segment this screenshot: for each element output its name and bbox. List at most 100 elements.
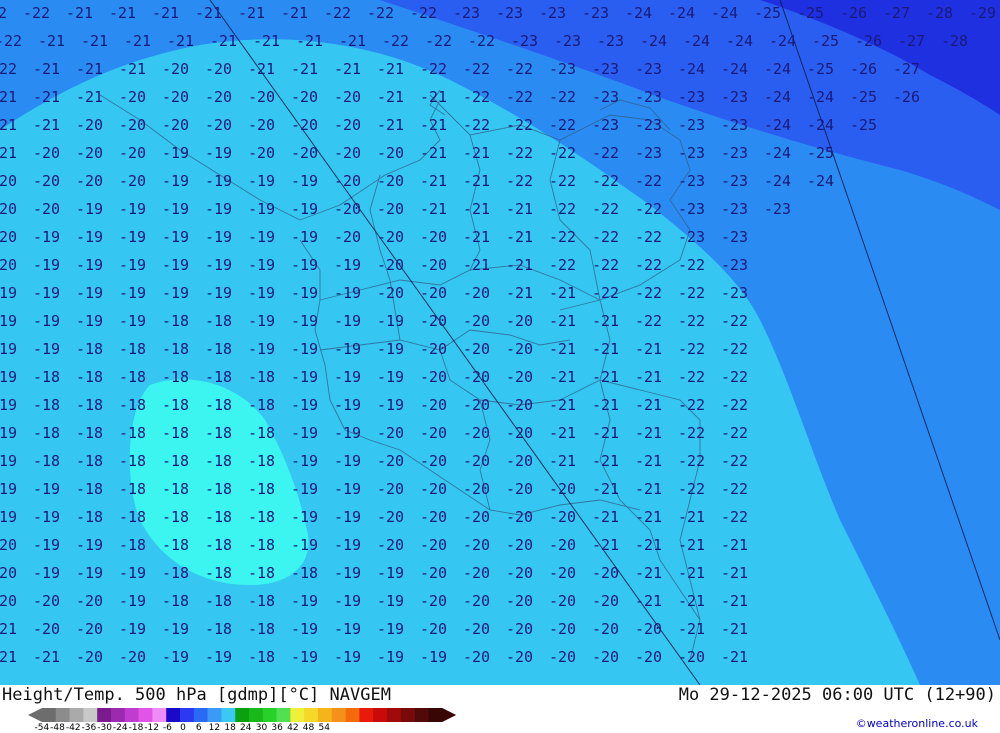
contour-label: -24 xyxy=(668,4,695,22)
contour-label: -20 xyxy=(506,424,533,442)
contour-label: -19 xyxy=(377,620,404,638)
legend-tick-label: 0 xyxy=(180,723,186,733)
contour-label: -18 xyxy=(248,508,275,526)
legend-tick-label: -18 xyxy=(128,723,144,733)
contour-label: -22 xyxy=(635,200,662,218)
contour-label: -18 xyxy=(248,368,275,386)
contour-label: -19 xyxy=(248,340,275,358)
contour-label: -18 xyxy=(205,480,232,498)
contour-label: -19 xyxy=(119,312,146,330)
contour-label: -21 xyxy=(592,368,619,386)
legend-arrow-right xyxy=(442,708,457,722)
credit-link[interactable]: ©weatheronline.co.uk xyxy=(856,717,978,730)
contour-label: -22 xyxy=(367,4,394,22)
legend-swatch xyxy=(304,708,319,722)
contour-label: -20 xyxy=(549,592,576,610)
contour-label: -20 xyxy=(119,88,146,106)
legend-swatch xyxy=(97,708,112,722)
contour-label: -20 xyxy=(463,284,490,302)
contour-label: -19 xyxy=(334,508,361,526)
contour-label: -22 xyxy=(592,228,619,246)
contour-label: -24 xyxy=(678,60,705,78)
contour-label: -20 xyxy=(334,228,361,246)
contour-label: -20 xyxy=(162,116,189,134)
contour-label: -25 xyxy=(807,60,834,78)
contour-label: -19 xyxy=(291,284,318,302)
contour-label: -20 xyxy=(377,228,404,246)
contour-label: -26 xyxy=(893,88,920,106)
contour-label: -21 xyxy=(678,620,705,638)
contour-label: -20 xyxy=(420,620,447,638)
contour-label: -22 xyxy=(23,4,50,22)
contour-label: -18 xyxy=(205,564,232,582)
contour-label: -22 xyxy=(678,256,705,274)
contour-label: -22 xyxy=(549,256,576,274)
contour-label: -20 xyxy=(463,368,490,386)
contour-label: -19 xyxy=(162,284,189,302)
contour-label: -20 xyxy=(506,536,533,554)
contour-label: -21 xyxy=(635,480,662,498)
contour-label: -18 xyxy=(162,508,189,526)
contour-label: -18 xyxy=(162,536,189,554)
contour-label: -20 xyxy=(592,592,619,610)
contour-label: -18 xyxy=(205,340,232,358)
legend-swatch xyxy=(400,708,415,722)
contour-label: -21 xyxy=(33,60,60,78)
contour-label: -19 xyxy=(291,340,318,358)
contour-label: -20 xyxy=(248,116,275,134)
contour-label: -19 xyxy=(119,256,146,274)
contour-label: -23 xyxy=(635,144,662,162)
contour-label: -18 xyxy=(248,620,275,638)
contour-label: -22 xyxy=(410,4,437,22)
contour-label: -20 xyxy=(377,424,404,442)
legend-swatch xyxy=(152,708,167,722)
legend-tick-label: 36 xyxy=(271,723,283,733)
contour-label: -22 xyxy=(506,172,533,190)
contour-label: -22 xyxy=(0,32,22,50)
contour-label: -23 xyxy=(721,144,748,162)
contour-label: -25 xyxy=(807,144,834,162)
contour-label: -20 xyxy=(463,620,490,638)
contour-label: -18 xyxy=(76,424,103,442)
contour-label: -23 xyxy=(453,4,480,22)
contour-label: -22 xyxy=(635,312,662,330)
contour-label: -21 xyxy=(0,116,17,134)
contour-label: -22 xyxy=(420,60,447,78)
contour-label: -23 xyxy=(582,4,609,22)
legend-swatch xyxy=(69,708,84,722)
contour-label: -23 xyxy=(721,200,748,218)
contour-label: -18 xyxy=(119,536,146,554)
contour-label: -22 xyxy=(463,88,490,106)
contour-label: -21 xyxy=(210,32,237,50)
contour-label: -23 xyxy=(592,116,619,134)
contour-label: -22 xyxy=(506,116,533,134)
contour-label: -22 xyxy=(0,60,17,78)
contour-label: -18 xyxy=(76,452,103,470)
contour-label: -22 xyxy=(678,340,705,358)
legend-swatch xyxy=(331,708,346,722)
contour-label: -20 xyxy=(420,480,447,498)
contour-label: -21 xyxy=(721,564,748,582)
contour-label: -19 xyxy=(205,228,232,246)
contour-label: -23 xyxy=(635,116,662,134)
contour-label: -18 xyxy=(205,508,232,526)
contour-label: -22 xyxy=(678,368,705,386)
contour-label: -20 xyxy=(506,312,533,330)
contour-label: -21 xyxy=(549,452,576,470)
contour-label: -21 xyxy=(635,396,662,414)
contour-label: -22 xyxy=(549,144,576,162)
contour-label: -18 xyxy=(162,564,189,582)
contour-label: -19 xyxy=(248,284,275,302)
contour-label: -22 xyxy=(506,60,533,78)
contour-label: -29 xyxy=(969,4,996,22)
legend-tick-label: -36 xyxy=(81,723,97,733)
contour-label: -24 xyxy=(764,172,791,190)
contour-label: -18 xyxy=(248,396,275,414)
contour-label: -24 xyxy=(625,4,652,22)
contour-label: -22 xyxy=(635,228,662,246)
contour-label: -18 xyxy=(205,312,232,330)
contour-label: -21 xyxy=(0,144,17,162)
contour-label: -19 xyxy=(291,508,318,526)
contour-label: -19 xyxy=(291,368,318,386)
color-legend xyxy=(28,708,457,722)
